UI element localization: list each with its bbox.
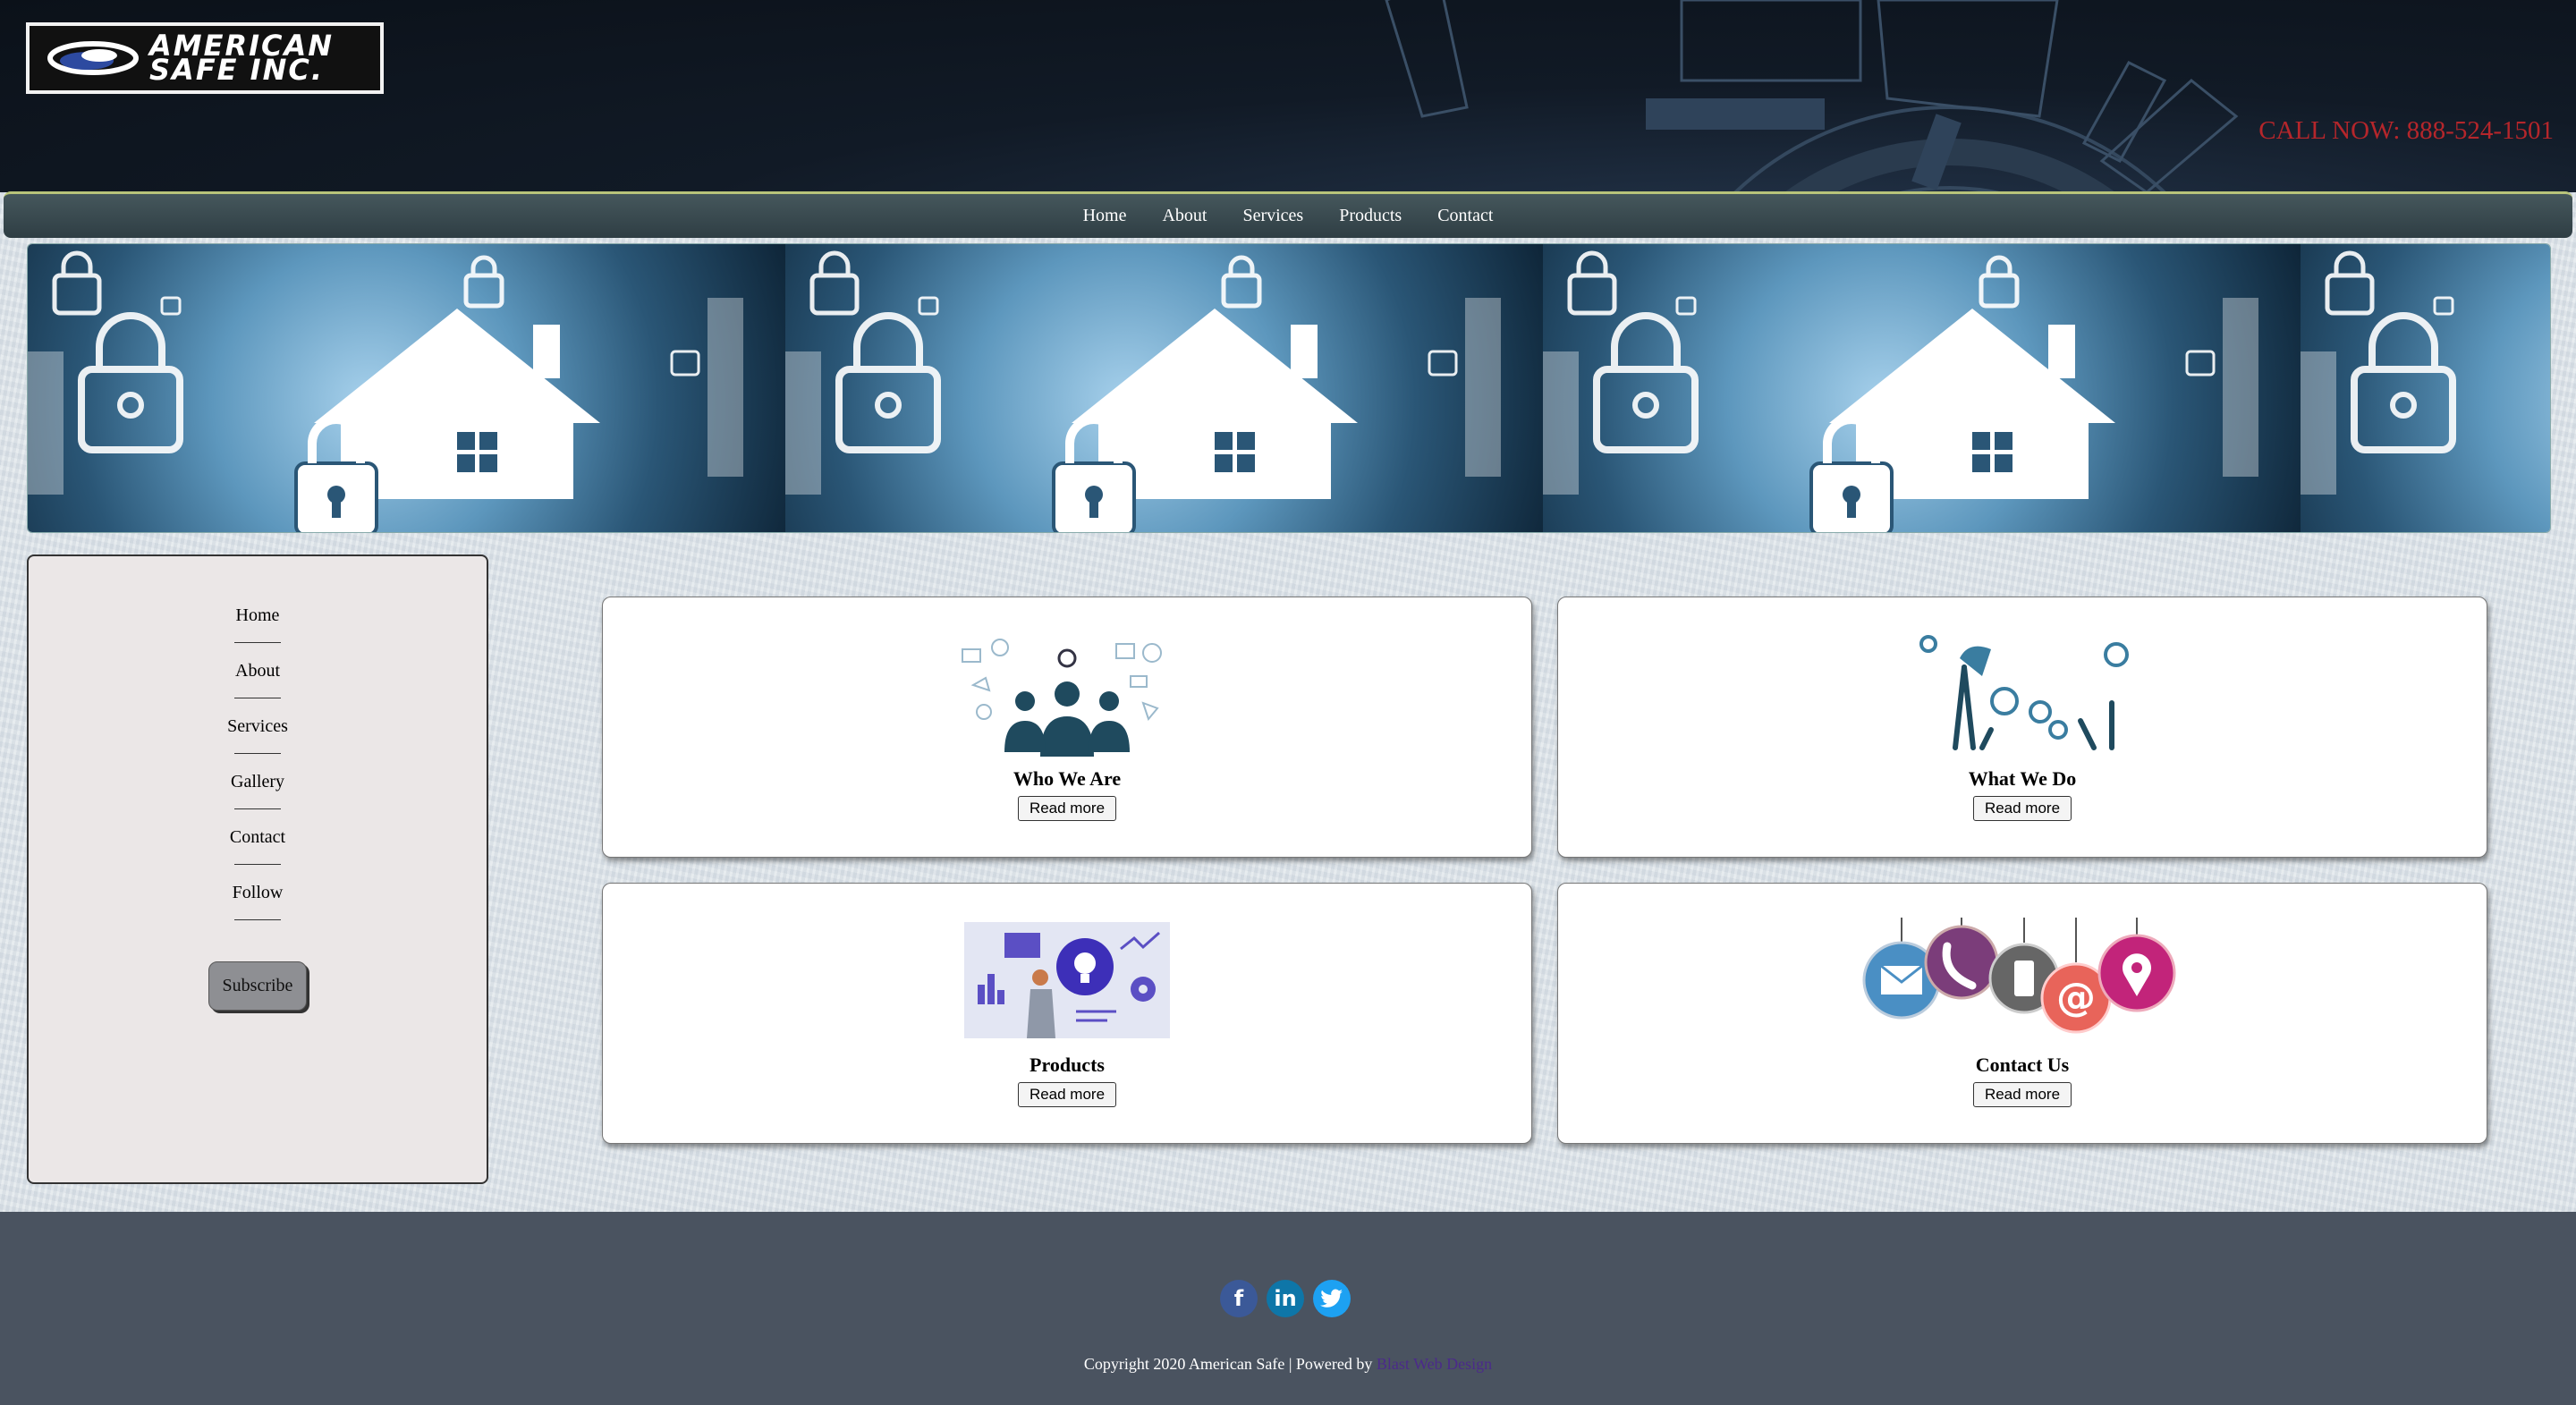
banner-image [785, 244, 1543, 532]
sidebar-item-follow[interactable]: Follow [233, 883, 283, 920]
facebook-icon[interactable]: f [1220, 1280, 1258, 1317]
main-nav: Home About Services Products Contact [4, 191, 2572, 238]
banner-image [28, 244, 785, 532]
card-who-we-are: Who We Are Read more [602, 597, 1532, 858]
contact-icons-illustration: @ [1861, 918, 2183, 1043]
copyright-label: Copyright 2020 American Safe | Powered b… [1083, 1355, 1377, 1373]
read-more-button[interactable]: Read more [1017, 1082, 1117, 1107]
sidebar-item-gallery[interactable]: Gallery [231, 772, 284, 809]
card-title: What We Do [1968, 767, 2077, 790]
powered-by-link[interactable]: Blast Web Design [1377, 1355, 1492, 1373]
nav-products[interactable]: Products [1339, 206, 1402, 226]
hero-banner [27, 243, 2551, 533]
logo-swoosh-icon [47, 41, 139, 75]
subscribe-button[interactable]: Subscribe [208, 961, 307, 1011]
team-illustration [955, 631, 1179, 757]
call-now-phone[interactable]: CALL NOW: 888-524-1501 [2258, 116, 2554, 146]
card-products: Products Read more [602, 883, 1532, 1144]
card-title: Who We Are [1013, 767, 1122, 790]
gears-illustration [1911, 631, 2134, 757]
sidebar-item-about[interactable]: About [234, 661, 281, 698]
twitter-icon[interactable] [1313, 1280, 1351, 1317]
sidebar-item-home[interactable]: Home [234, 605, 281, 643]
copyright-text: Copyright 2020 American Safe | Powered b… [0, 1355, 2576, 1374]
banner-image [2301, 244, 2550, 532]
card-title: Products [1030, 1054, 1105, 1076]
sidebar-item-services[interactable]: Services [227, 716, 288, 754]
card-title: Contact Us [1975, 1054, 2070, 1076]
site-footer: f in Copyright 2020 American Safe | Powe… [0, 1212, 2576, 1405]
svg-text:@: @ [2056, 975, 2096, 1020]
linkedin-icon[interactable]: in [1267, 1280, 1304, 1317]
nav-contact[interactable]: Contact [1437, 206, 1493, 226]
logo-line-2: SAFE INC. [149, 53, 324, 87]
logo-text: AMERICAN SAFE INC. [149, 31, 334, 87]
header-decoration [1385, 0, 2239, 192]
nav-home[interactable]: Home [1083, 206, 1127, 226]
site-header: AMERICAN SAFE INC. CALL NOW: 888-524-150… [0, 0, 2576, 192]
sidebar: Home About Services Gallery Contact Foll… [27, 554, 488, 1184]
social-links: f in [1220, 1280, 1351, 1317]
nav-about[interactable]: About [1162, 206, 1207, 226]
company-logo[interactable]: AMERICAN SAFE INC. [26, 22, 384, 94]
card-what-we-do: What We Do Read more [1557, 597, 2487, 858]
banner-image [1543, 244, 2301, 532]
read-more-button[interactable]: Read more [1972, 796, 2072, 821]
card-contact-us: @ Contact Us Read more [1557, 883, 2487, 1144]
read-more-button[interactable]: Read more [1972, 1082, 2072, 1107]
read-more-button[interactable]: Read more [1017, 796, 1117, 821]
sidebar-item-contact[interactable]: Contact [230, 827, 285, 865]
nav-services[interactable]: Services [1242, 206, 1303, 226]
products-illustration [964, 918, 1170, 1043]
